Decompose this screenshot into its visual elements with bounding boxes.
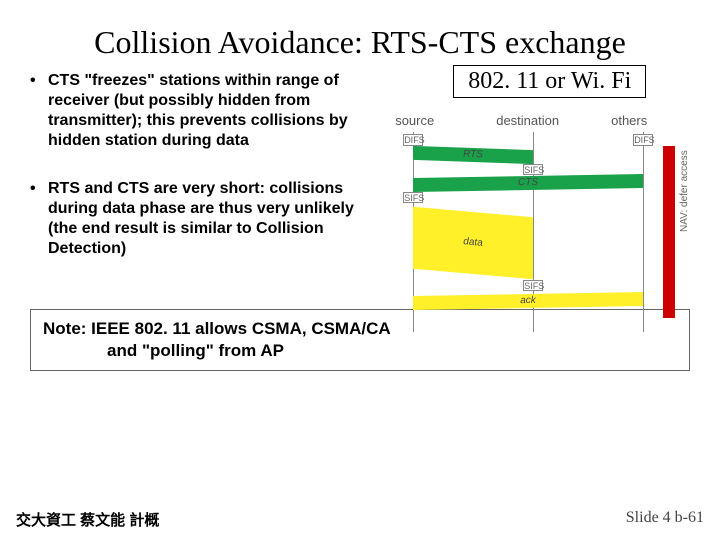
diagram-column: 802. 11 or Wi. Fi source destination oth… — [373, 71, 690, 287]
note-line2: and "polling" from AP — [43, 340, 677, 362]
difs-label: DIFS — [633, 134, 653, 146]
title-part-b: RTS-CTS exchange — [371, 24, 626, 60]
col-others: others — [611, 113, 647, 128]
ack-bar: ack — [413, 292, 643, 310]
nav-defer-bar — [663, 146, 675, 318]
timing-diagram: source destination others NAV: defer acc… — [373, 113, 703, 332]
bullet-item: • CTS "freezes" stations within range of… — [30, 71, 363, 151]
sifs-label: SIFS — [523, 164, 543, 175]
sifs-label: SIFS — [523, 280, 543, 291]
title-part-a: Collision Avoidance: — [94, 24, 363, 60]
timeline-line — [643, 132, 644, 332]
bullet-text: CTS "freezes" stations within range of r… — [48, 71, 363, 151]
bullet-item: • RTS and CTS are very short: collisions… — [30, 179, 363, 259]
nav-defer-label: NAV: defer access — [679, 150, 690, 232]
slide-footer: 交大資工 蔡文能 計概 Slide 4 b-61 — [0, 509, 720, 530]
sifs-label: SIFS — [403, 192, 423, 203]
note-line1: Note: IEEE 802. 11 allows CSMA, CSMA/CA — [43, 319, 391, 338]
bullets-column: • CTS "freezes" stations within range of… — [30, 71, 373, 287]
content-area: • CTS "freezes" stations within range of… — [0, 71, 720, 287]
rts-bar: RTS — [413, 146, 533, 164]
bullet-dot-icon: • — [30, 179, 48, 259]
cts-bar: CTS — [413, 174, 643, 192]
difs-label: DIFS — [403, 134, 423, 146]
data-bar: data — [413, 207, 533, 279]
footer-slide-number: Slide 4 b-61 — [626, 509, 704, 530]
col-destination: destination — [496, 113, 559, 128]
timeline: NAV: defer access DIFS DIFS RTS SIFS CTS… — [373, 132, 703, 332]
protocol-badge: 802. 11 or Wi. Fi — [453, 65, 646, 98]
col-source: source — [395, 113, 434, 128]
diagram-headers: source destination others — [373, 113, 703, 128]
slide-title: Collision Avoidance: RTS-CTS exchange — [0, 0, 720, 71]
bullet-dot-icon: • — [30, 71, 48, 151]
footer-author: 交大資工 蔡文能 計概 — [16, 509, 159, 530]
bullet-text: RTS and CTS are very short: collisions d… — [48, 179, 363, 259]
